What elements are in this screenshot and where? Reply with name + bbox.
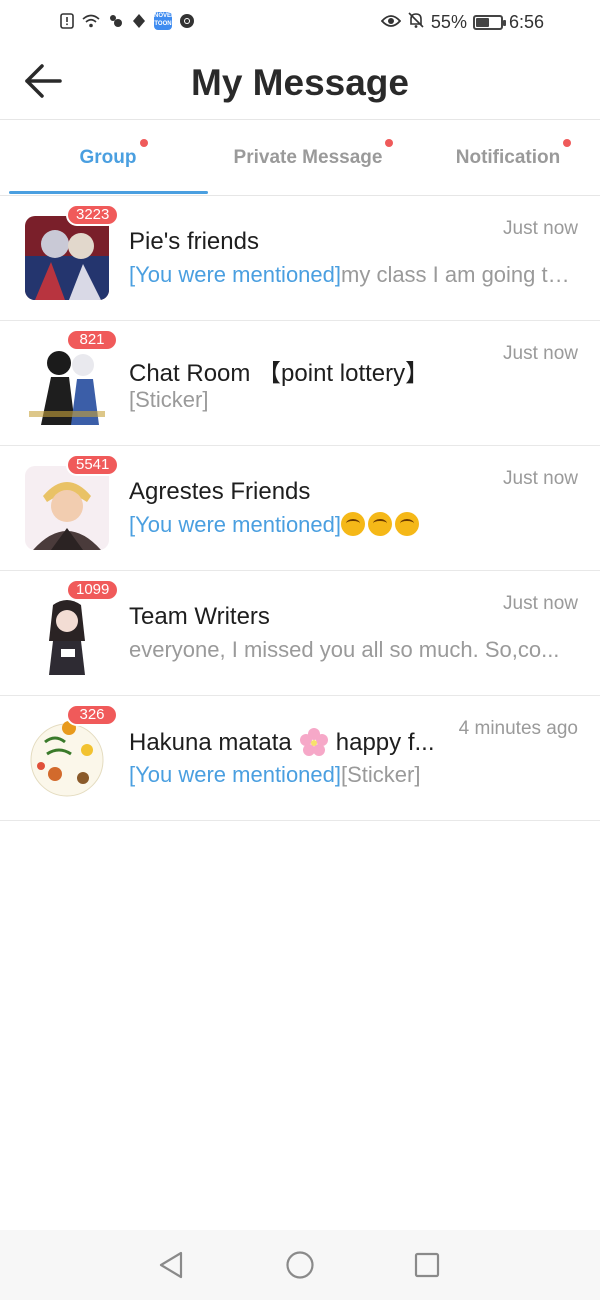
conversation-preview: [You were mentioned][Sticker]: [129, 762, 579, 788]
conversation-name: Agrestes Friends: [129, 478, 311, 505]
unread-count-badge: 1099: [66, 579, 120, 601]
status-right: 55% 6:56: [380, 11, 544, 34]
status-left-icons: NOVEL TOON: [58, 12, 196, 30]
status-time: 6:56: [508, 12, 544, 32]
preview-text: [Sticker]: [129, 387, 209, 412]
novel-app-icon: NOVEL TOON: [154, 12, 175, 30]
name-part: happy f...: [335, 729, 435, 756]
unread-count-badge: 3223: [66, 204, 120, 226]
chrome-icon: [178, 12, 196, 30]
group-avatar: [25, 216, 109, 300]
conversation-row[interactable]: 1099 Team Writers Just now everyone, I m…: [0, 571, 600, 696]
conversation-name: Pie's friends: [129, 228, 259, 255]
battery-percent: 55%: [430, 12, 467, 32]
conversation-time: 4 minutes ago: [458, 718, 578, 739]
tab-private-message[interactable]: Private Message: [208, 120, 408, 196]
tab-group-label: Group: [80, 139, 148, 169]
app-icon: [106, 12, 124, 30]
nav-recents-button[interactable]: [410, 1248, 444, 1282]
wifi-icon: [82, 12, 100, 30]
conversation-time: Just now: [503, 218, 578, 239]
unread-dot: [139, 139, 148, 147]
conversation-preview: everyone, I missed you all so much. So,c…: [129, 637, 579, 663]
home-circle-icon: [286, 1251, 314, 1279]
conversation-name: Hakuna matata happy f...: [129, 728, 435, 757]
unread-count-badge: 5541: [66, 454, 120, 476]
conversation-row[interactable]: 3223 Pie's friends Just now [You were me…: [0, 196, 600, 321]
conversation-time: Just now: [503, 343, 578, 364]
group-avatar: [25, 466, 109, 550]
battery-icon: [472, 15, 506, 30]
upside-down-face-emoji-icon: [395, 512, 419, 536]
active-tab-indicator: [9, 191, 208, 194]
nav-back-button[interactable]: [154, 1248, 188, 1282]
tab-private-message-label: Private Message: [234, 139, 394, 169]
tab-group[interactable]: Group: [8, 120, 208, 196]
battery-fill: [475, 18, 489, 27]
unread-count-badge: 326: [66, 704, 118, 726]
page-title: My Message: [191, 62, 409, 103]
conversation-name: Team Writers: [129, 603, 270, 630]
conversation-name: Chat Room 【point lottery】: [129, 360, 430, 387]
conversation-list: 3223 Pie's friends Just now [You were me…: [0, 196, 600, 821]
preview-text: my class I am going to the o...: [341, 262, 579, 287]
unread-dot: [563, 139, 572, 147]
mention-tag: [You were mentioned]: [129, 262, 341, 287]
unread-count-badge: 821: [66, 329, 118, 351]
preview-text: everyone, I missed you all so much. So,c…: [129, 637, 560, 662]
tab-notification-label: Notification: [456, 139, 572, 169]
recent-square-icon: [414, 1252, 440, 1278]
mention-tag: [You were mentioned]: [129, 762, 341, 787]
conversation-preview: [You were mentioned]: [129, 512, 579, 538]
group-avatar: [25, 341, 109, 425]
bell-off-icon: [407, 11, 425, 34]
unread-dot: [385, 139, 394, 147]
system-nav-bar: [0, 1230, 600, 1300]
conversation-row[interactable]: 5541 Agrestes Friends Just now [You were…: [0, 446, 600, 571]
conversation-row[interactable]: 326 Hakuna matata happy f... 4 minutes ag…: [0, 696, 600, 821]
alert-icon: [58, 12, 76, 30]
back-triangle-icon: [159, 1251, 183, 1279]
conversation-preview: [Sticker]: [129, 387, 579, 413]
status-bar: NOVEL TOON 55% 6:56: [0, 0, 600, 46]
conversation-row[interactable]: 821 Chat Room 【point lottery】 Just now […: [0, 321, 600, 446]
tab-notification[interactable]: Notification: [408, 120, 600, 196]
tab-bar: Group Private Message Notification: [0, 120, 600, 196]
conversation-time: Just now: [503, 593, 578, 614]
eye-icon: [380, 12, 402, 33]
group-avatar: [25, 716, 109, 800]
header: My Message: [0, 46, 600, 120]
upside-down-face-emoji-icon: [368, 512, 392, 536]
upside-down-face-emoji-icon: [341, 512, 365, 536]
conversation-preview: [You were mentioned]my class I am going …: [129, 262, 579, 288]
name-part: Hakuna matata: [129, 729, 292, 756]
cherry-blossom-icon: [299, 728, 328, 756]
conversation-time: Just now: [503, 468, 578, 489]
group-avatar: [25, 591, 109, 675]
preview-text: [Sticker]: [341, 762, 421, 787]
nav-home-button[interactable]: [283, 1248, 317, 1282]
app-icon: [130, 12, 148, 30]
mention-tag: [You were mentioned]: [129, 512, 341, 537]
